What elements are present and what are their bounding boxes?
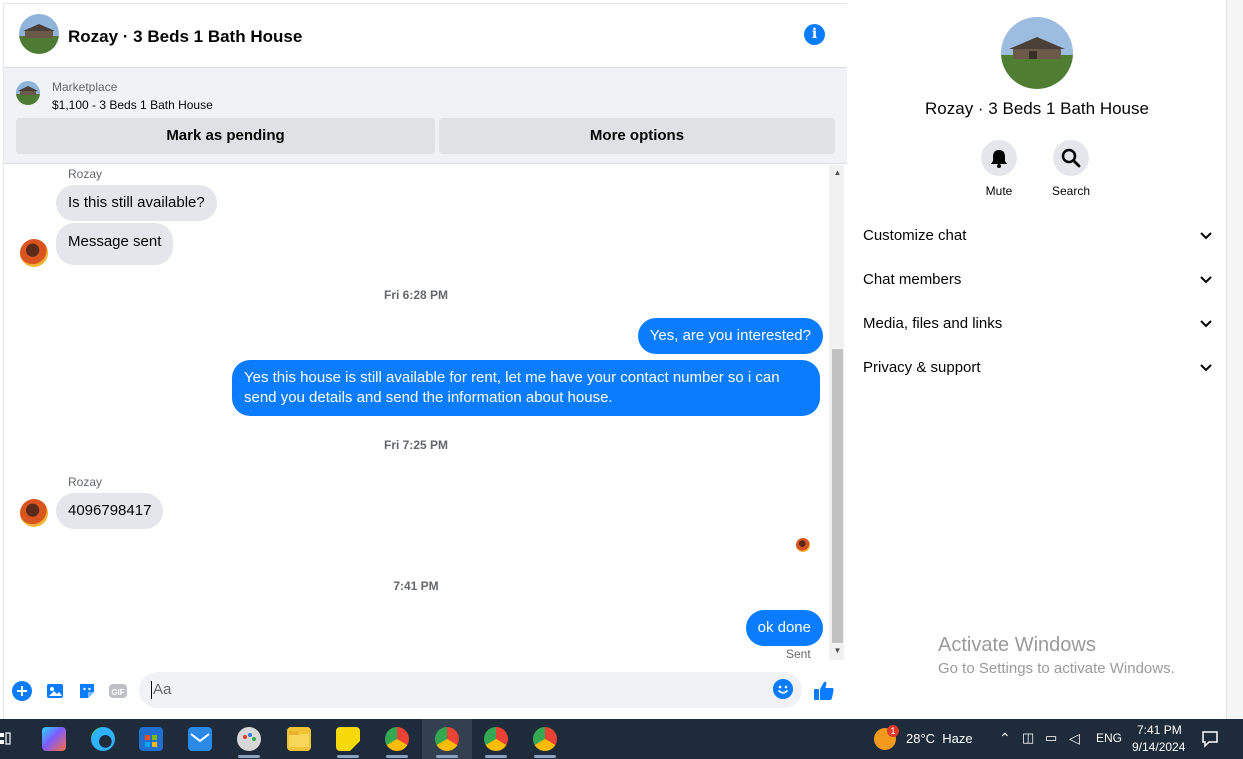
scroll-thumb[interactable] xyxy=(832,349,843,643)
watermark-title: Activate Windows xyxy=(938,634,1096,656)
sticker-icon[interactable] xyxy=(77,681,97,701)
chrome-profile-4-icon[interactable] xyxy=(533,727,557,751)
outgoing-message[interactable]: Yes this house is still available for re… xyxy=(232,360,820,416)
more-options-button[interactable]: More options xyxy=(439,118,835,154)
media-files-links-row[interactable]: Media, files and links xyxy=(863,315,1213,345)
file-explorer-icon[interactable] xyxy=(287,727,311,751)
clock-date[interactable]: 9/14/2024 xyxy=(1132,740,1185,754)
mute-label: Mute xyxy=(985,184,1013,198)
seen-avatar xyxy=(796,538,810,552)
network-icon[interactable]: ▭ xyxy=(1045,730,1057,746)
row-label: Privacy & support xyxy=(863,359,981,376)
marketplace-banner: Marketplace $1,100 - 3 Beds 1 Bath House… xyxy=(4,67,847,164)
show-hidden-icons-icon[interactable]: ⌃ xyxy=(999,730,1011,747)
incoming-message[interactable]: Message sent xyxy=(56,223,174,265)
running-indicator xyxy=(485,755,507,758)
emoji-icon[interactable] xyxy=(773,679,793,699)
sender-avatar[interactable] xyxy=(20,499,48,527)
weather-text[interactable]: 28°C Haze xyxy=(906,731,973,746)
running-indicator xyxy=(386,755,408,758)
running-indicator xyxy=(337,755,359,758)
search-action[interactable]: Search xyxy=(1041,140,1101,198)
message-input-placeholder: Aa xyxy=(153,681,172,698)
text-caret xyxy=(151,681,152,700)
info-icon[interactable]: i xyxy=(804,24,825,45)
chevron-down-icon xyxy=(1200,232,1212,240)
chrome-profile-3-icon[interactable] xyxy=(484,727,508,751)
notification-icon[interactable] xyxy=(1200,729,1220,749)
incoming-message[interactable]: 4096798417 xyxy=(56,493,164,529)
message-input[interactable]: Aa xyxy=(139,672,802,708)
thread-scrollbar[interactable]: ▲ ▼ xyxy=(829,165,844,660)
bell-icon[interactable] xyxy=(981,140,1017,176)
volume-icon[interactable]: ◁ xyxy=(1069,730,1080,747)
details-title: Rozay · 3 Beds 1 Bath House xyxy=(925,99,1149,118)
delivery-status: Sent xyxy=(786,647,811,659)
outgoing-message[interactable]: Yes, are you interested? xyxy=(637,318,823,354)
app-window: Rozay · 3 Beds 1 Bath House i Marketplac… xyxy=(0,0,1243,759)
search-label: Search xyxy=(1051,184,1091,198)
listing-thumbnail[interactable] xyxy=(16,81,40,105)
weather-badge: 1 xyxy=(887,725,899,737)
chrome-profile-2-icon[interactable] xyxy=(435,727,459,751)
copilot-icon[interactable] xyxy=(42,727,66,751)
running-indicator xyxy=(534,755,556,758)
chat-panel: Rozay · 3 Beds 1 Bath House i Marketplac… xyxy=(3,3,847,719)
timestamp: Fri 7:25 PM xyxy=(383,438,449,452)
clock-time[interactable]: 7:41 PM xyxy=(1137,723,1182,737)
chevron-down-icon xyxy=(1200,276,1212,284)
listing-price[interactable]: $1,100 - 3 Beds 1 Bath House xyxy=(52,98,213,112)
mark-as-pending-button[interactable]: Mark as pending xyxy=(16,118,435,154)
activate-windows-watermark: Activate Windows Go to Settings to activ… xyxy=(938,634,1175,677)
listing-large-avatar[interactable] xyxy=(1001,17,1073,89)
meet-now-icon[interactable]: ◫ xyxy=(1022,730,1034,746)
chevron-down-icon xyxy=(1200,320,1212,328)
edge-icon[interactable] xyxy=(91,727,115,751)
conversation-details-panel: Rozay · 3 Beds 1 Bath House Mute Search … xyxy=(848,3,1226,719)
message-thread[interactable]: Rozay Is this still available? Message s… xyxy=(4,165,828,659)
incoming-message[interactable]: Is this still available? xyxy=(56,185,217,221)
search-icon[interactable] xyxy=(1053,140,1089,176)
row-label: Media, files and links xyxy=(863,315,1003,332)
watermark-subtitle: Go to Settings to activate Windows. xyxy=(938,660,1175,677)
timestamp: 7:41 PM xyxy=(393,579,439,593)
scroll-up-icon[interactable]: ▲ xyxy=(832,168,843,177)
listing-avatar[interactable] xyxy=(19,14,59,54)
gif-icon[interactable]: GIF xyxy=(108,681,128,701)
marketplace-label: Marketplace xyxy=(52,80,118,94)
browser-scrollbar[interactable] xyxy=(1226,0,1243,719)
like-icon[interactable] xyxy=(812,679,836,703)
paint-icon[interactable] xyxy=(237,727,261,751)
language-indicator[interactable]: ENG xyxy=(1096,731,1122,745)
task-view-icon[interactable] xyxy=(0,729,12,749)
timestamp: Fri 6:28 PM xyxy=(383,288,449,302)
chat-members-row[interactable]: Chat members xyxy=(863,271,1213,301)
row-label: Customize chat xyxy=(863,227,967,244)
mute-action[interactable]: Mute xyxy=(969,140,1029,198)
photo-icon[interactable] xyxy=(45,681,65,701)
sender-name: Rozay xyxy=(68,167,103,181)
svg-text:GIF: GIF xyxy=(111,688,124,697)
plus-icon[interactable] xyxy=(12,681,32,701)
store-icon[interactable] xyxy=(139,727,163,751)
row-label: Chat members xyxy=(863,271,962,288)
windows-taskbar: 1 28°C Haze ⌃ ◫ ▭ ◁ ENG 7:41 PM 9/14/202… xyxy=(0,719,1243,759)
chat-header: Rozay · 3 Beds 1 Bath House i xyxy=(4,4,847,67)
chevron-down-icon xyxy=(1200,364,1212,372)
composer: GIF Aa xyxy=(4,665,847,715)
running-indicator xyxy=(436,755,458,758)
sender-name: Rozay xyxy=(68,475,103,489)
outgoing-message[interactable]: ok done xyxy=(745,610,823,646)
customize-chat-row[interactable]: Customize chat xyxy=(863,227,1213,257)
running-indicator xyxy=(238,755,260,758)
conversation-title[interactable]: Rozay · 3 Beds 1 Bath House xyxy=(68,27,302,47)
scroll-down-icon[interactable]: ▼ xyxy=(832,646,843,655)
chrome-profile-1-icon[interactable] xyxy=(385,727,409,751)
privacy-support-row[interactable]: Privacy & support xyxy=(863,359,1213,389)
mail-icon[interactable] xyxy=(188,727,212,751)
sender-avatar[interactable] xyxy=(20,239,48,267)
sticky-notes-icon[interactable] xyxy=(336,727,360,751)
